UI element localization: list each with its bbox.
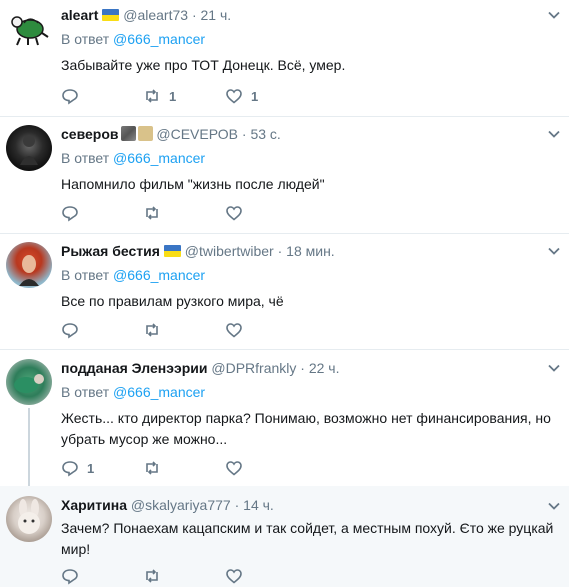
display-name[interactable]: aleart bbox=[61, 7, 98, 23]
tweet-actions bbox=[61, 566, 307, 586]
like-button[interactable] bbox=[225, 567, 307, 585]
tweet-text: Забывайте уже про ТОТ Донецк. Всё, умер. bbox=[61, 57, 346, 73]
like-button[interactable] bbox=[225, 204, 307, 222]
tweet[interactable]: aleart @aleart73 · 21 ч. В ответ @666_ma… bbox=[0, 0, 569, 117]
tweet-actions bbox=[61, 203, 307, 223]
tweet[interactable]: северов @СЕVЕРОВ · 53 с. В ответ @666_ma… bbox=[0, 117, 569, 234]
reply-icon bbox=[62, 89, 78, 105]
tweet-text: Все по правилам рузкого мира, чё bbox=[61, 293, 284, 309]
heart-icon bbox=[226, 461, 242, 476]
reply-button[interactable]: 1 bbox=[61, 459, 143, 477]
ukraine-flag-icon bbox=[163, 245, 181, 257]
reply-icon bbox=[62, 461, 78, 477]
person-avatar-icon bbox=[19, 255, 39, 286]
pickaxe-emoji-icon bbox=[137, 126, 153, 141]
retweet-icon bbox=[146, 569, 158, 583]
animal-avatar-icon bbox=[14, 374, 44, 393]
reply-to-link[interactable]: @666_mancer bbox=[113, 267, 205, 283]
retweet-icon bbox=[146, 461, 158, 475]
replies-feed: aleart @aleart73 · 21 ч. В ответ @666_ma… bbox=[0, 0, 569, 587]
mountain-emoji-icon bbox=[120, 126, 136, 141]
retweet-button[interactable] bbox=[143, 204, 225, 222]
tweet-text: Зачем? Понаехам кацапским и так сойдет, … bbox=[61, 520, 554, 557]
reply-icon bbox=[62, 569, 78, 585]
tweet-actions bbox=[61, 320, 307, 340]
avatar[interactable] bbox=[6, 359, 52, 405]
reply-button[interactable] bbox=[61, 321, 143, 339]
heart-icon bbox=[226, 89, 242, 104]
tweet-text: Напомнило фильм "жизнь после людей" bbox=[61, 176, 325, 192]
like-button[interactable] bbox=[225, 459, 307, 477]
heart-icon bbox=[226, 569, 242, 584]
thread-line bbox=[28, 408, 30, 486]
tweet[interactable]: подданая Эленээрии @DPRfrankly · 22 ч. В… bbox=[0, 350, 569, 486]
display-name[interactable]: Харитина bbox=[61, 497, 127, 513]
avatar[interactable] bbox=[6, 496, 52, 542]
chevron-down-icon[interactable] bbox=[547, 244, 561, 258]
retweet-icon bbox=[146, 206, 158, 220]
reply-context: В ответ @666_mancer bbox=[61, 150, 206, 166]
tweet-header: северов @СЕVЕРОВ · 53 с. bbox=[61, 126, 281, 142]
user-handle[interactable]: @skalyariya777 bbox=[131, 497, 231, 513]
reply-context: В ответ @666_mancer bbox=[61, 31, 206, 47]
display-name[interactable]: северов bbox=[61, 126, 119, 142]
display-name[interactable]: подданая Эленээрии bbox=[61, 360, 207, 376]
user-handle[interactable]: @DPRfrankly bbox=[211, 360, 296, 376]
tweet-actions: 1 1 bbox=[61, 86, 307, 106]
avatar[interactable] bbox=[6, 242, 52, 288]
user-handle[interactable]: @aleart73 bbox=[123, 7, 188, 23]
reply-button[interactable] bbox=[61, 567, 143, 585]
reply-context: В ответ @666_mancer bbox=[61, 267, 206, 283]
tweet-header: подданая Эленээрии @DPRfrankly · 22 ч. bbox=[61, 360, 340, 376]
chevron-down-icon[interactable] bbox=[547, 8, 561, 22]
retweet-button[interactable]: 1 bbox=[143, 87, 225, 105]
chevron-down-icon[interactable] bbox=[547, 499, 561, 513]
reply-to-link[interactable]: @666_mancer bbox=[113, 31, 205, 47]
retweet-button[interactable] bbox=[143, 321, 225, 339]
chevron-down-icon[interactable] bbox=[547, 127, 561, 141]
tweet-header: Рыжая бестия @twibertwiber · 18 мин. bbox=[61, 243, 335, 259]
timestamp[interactable]: 18 мин. bbox=[286, 243, 335, 259]
tweet-text: Жесть... кто директор парка? Понимаю, во… bbox=[61, 410, 551, 447]
silhouette-avatar-icon bbox=[20, 135, 38, 165]
retweet-button[interactable] bbox=[143, 459, 225, 477]
reply-button[interactable] bbox=[61, 204, 143, 222]
tweet-highlighted[interactable]: Харитина @skalyariya777 · 14 ч. Зачем? П… bbox=[0, 486, 569, 587]
reply-icon bbox=[62, 323, 78, 339]
retweet-button[interactable] bbox=[143, 567, 225, 585]
retweet-icon bbox=[146, 323, 158, 337]
retweet-icon bbox=[146, 89, 158, 103]
user-handle[interactable]: @СЕVЕРОВ bbox=[156, 126, 238, 142]
reply-button[interactable] bbox=[61, 87, 143, 105]
tweet-header: Харитина @skalyariya777 · 14 ч. bbox=[61, 497, 274, 513]
timestamp[interactable]: 22 ч. bbox=[309, 360, 340, 376]
like-button[interactable]: 1 bbox=[225, 87, 307, 105]
rabbit-avatar-icon bbox=[18, 499, 40, 534]
tweet-header: aleart @aleart73 · 21 ч. bbox=[61, 7, 232, 23]
reply-to-link[interactable]: @666_mancer bbox=[113, 384, 205, 400]
timestamp[interactable]: 53 с. bbox=[250, 126, 280, 142]
avatar[interactable] bbox=[6, 5, 52, 51]
turtle-avatar-icon bbox=[11, 16, 49, 46]
reply-icon bbox=[62, 206, 78, 222]
tweet-actions: 1 bbox=[61, 458, 307, 478]
heart-icon bbox=[226, 206, 242, 221]
ukraine-flag-icon bbox=[102, 9, 120, 21]
user-handle[interactable]: @twibertwiber bbox=[185, 243, 274, 259]
timestamp[interactable]: 21 ч. bbox=[201, 7, 232, 23]
chevron-down-icon[interactable] bbox=[547, 361, 561, 375]
reply-context: В ответ @666_mancer bbox=[61, 384, 206, 400]
timestamp[interactable]: 14 ч. bbox=[243, 497, 274, 513]
tweet[interactable]: Рыжая бестия @twibertwiber · 18 мин. В о… bbox=[0, 234, 569, 350]
reply-to-link[interactable]: @666_mancer bbox=[113, 150, 205, 166]
like-button[interactable] bbox=[225, 321, 307, 339]
display-name[interactable]: Рыжая бестия bbox=[61, 243, 160, 259]
heart-icon bbox=[226, 323, 242, 338]
avatar[interactable] bbox=[6, 125, 52, 171]
